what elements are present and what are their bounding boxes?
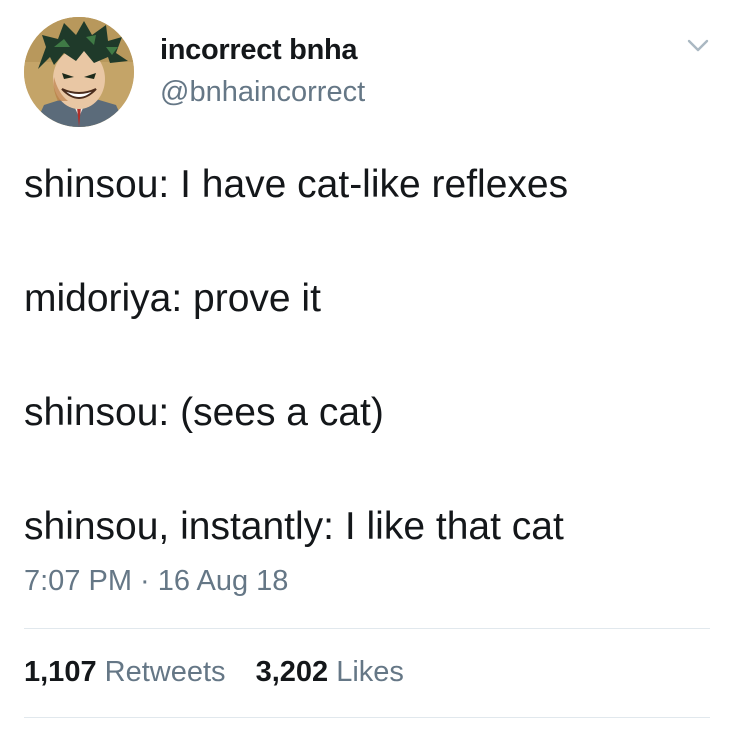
tweet-stats: 1,107 Retweets 3,202 Likes: [24, 656, 404, 689]
retweets-count: 1,107: [24, 656, 97, 688]
tweet-line: shinsou, instantly: I like that cat: [24, 505, 564, 548]
likes-label: Likes: [336, 656, 404, 688]
retweets-stat[interactable]: 1,107 Retweets: [24, 656, 226, 689]
divider: [24, 717, 710, 718]
tweet-line: shinsou: I have cat-like reflexes: [24, 163, 569, 206]
divider: [24, 628, 710, 629]
tweet-line: midoriya: prove it: [24, 277, 321, 320]
tweet-card: incorrect bnha @bnhaincorrect shinsou: I…: [0, 0, 735, 730]
likes-count: 3,202: [255, 656, 329, 688]
display-name[interactable]: incorrect bnha: [160, 34, 358, 67]
chevron-down-icon[interactable]: [683, 33, 713, 57]
retweets-label: Retweets: [104, 656, 226, 688]
tweet-timestamp[interactable]: 7:07 PM · 16 Aug 18: [24, 565, 288, 598]
anime-character-avatar-icon: [24, 17, 134, 127]
user-handle[interactable]: @bnhaincorrect: [160, 76, 365, 109]
tweet-line: shinsou: (sees a cat): [24, 391, 384, 434]
tweet-text: shinsou: I have cat-like reflexes midori…: [24, 162, 714, 550]
likes-stat[interactable]: 3,202 Likes: [256, 656, 404, 689]
avatar[interactable]: [24, 17, 134, 127]
